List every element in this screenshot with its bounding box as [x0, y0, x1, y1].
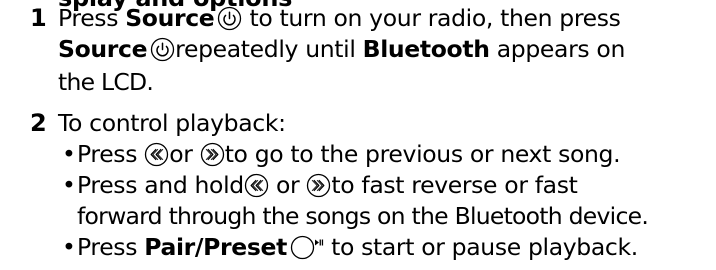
source-label-2: Source [58, 35, 148, 63]
step-2-intro: To control playback: [58, 109, 286, 137]
bullet-3-pre: Press [77, 233, 145, 261]
step-1-number: 1 [30, 4, 47, 32]
bullet-mark: • [62, 233, 76, 261]
bullet-2-post: to fast reverse or fast [331, 171, 578, 199]
source-label: Source [125, 4, 215, 32]
bullet-1-post: to go to the previous or next song. [224, 140, 621, 168]
power-icon [150, 37, 175, 62]
step-1-line-2-post: appears on [489, 35, 626, 63]
bullet-2-mid: or [268, 171, 307, 199]
step-1-line-3: the LCD. [58, 68, 154, 96]
step-2-number: 2 [30, 109, 47, 137]
pair-preset-label: Pair/Preset [144, 233, 287, 261]
bullet-pair-preset: •Press Pair/Preset to start or pause pla… [62, 232, 638, 262]
manual-page: splay and options 1 Press Source to turn… [0, 0, 716, 270]
bullet-2-continuation: forward through the songs on the Bluetoo… [77, 202, 649, 230]
step-1-line-1-post: to turn on your radio, then press [242, 4, 621, 32]
power-icon [217, 6, 242, 31]
step-1-line-2: Source repeatedly until Bluetooth appears… [58, 34, 625, 64]
bluetooth-label: Bluetooth [362, 35, 490, 63]
bullet-1-mid: or [169, 140, 200, 168]
step-1-line-2-mid: repeatedly until [175, 35, 363, 63]
bullet-mark: • [62, 140, 76, 168]
next-double-chevron-icon [200, 142, 225, 167]
pair-preset-button-icon [290, 235, 324, 260]
bullet-previous-next: •Press or to go to the previous or next … [62, 139, 621, 169]
bullet-fast-reverse-forward: •Press and hold or to fast reverse or fa… [62, 170, 578, 200]
previous-double-chevron-icon [144, 142, 169, 167]
bullet-3-post: to start or pause playback. [323, 233, 638, 261]
bullet-2-pre: Press and hold [77, 171, 244, 199]
previous-double-chevron-icon [244, 173, 269, 198]
bullet-mark: • [62, 171, 76, 199]
step-1-line-1: Press Source to turn on your radio, then… [58, 3, 621, 33]
step-1-line-1-pre: Press [58, 4, 126, 32]
next-double-chevron-icon [306, 173, 331, 198]
bullet-1-pre: Press [77, 140, 145, 168]
